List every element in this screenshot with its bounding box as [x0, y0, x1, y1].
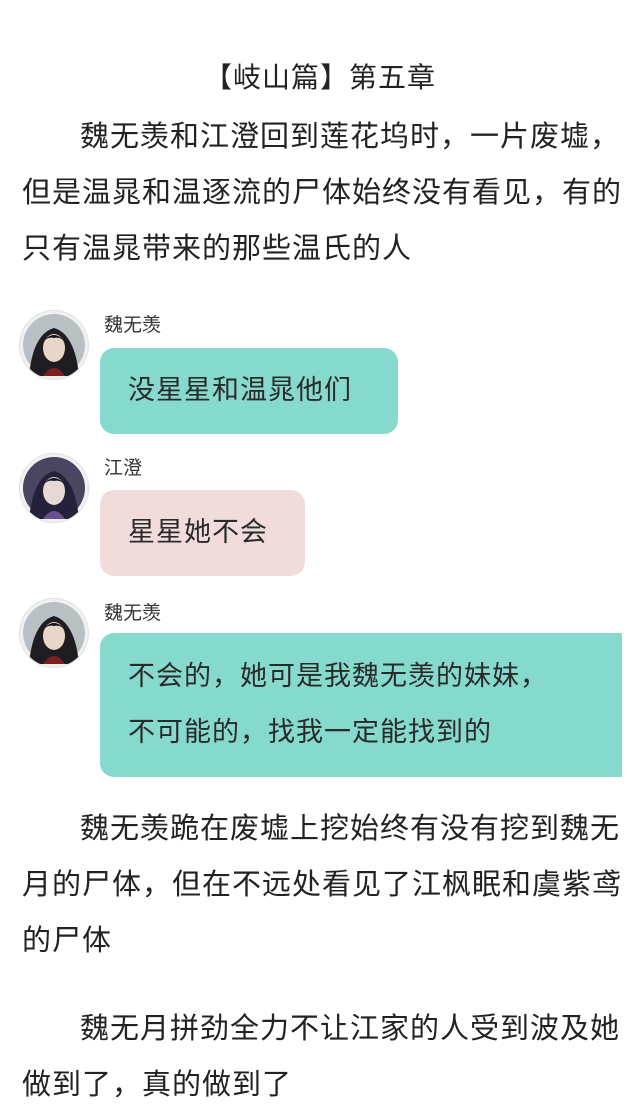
chat-bubble-text: 不会的，她可是我魏无羡的妹妹， — [128, 661, 548, 692]
chat-bubble: 没星星和温晁他们 — [100, 348, 398, 434]
chat-bubble-text: 没星星和温晁他们 — [128, 375, 352, 406]
chat-bubble: 不会的，她可是我魏无羡的妹妹， 不可能的，找我一定能找到的 — [100, 633, 622, 777]
story-paragraph-1: 魏无羡和江澄回到莲花坞时，一片废墟，但是温晁和温逐流的尸体始终没有看见，有的只有… — [22, 119, 623, 265]
chat-bubble-text: 不可能的，找我一定能找到的 — [128, 717, 492, 748]
speaker-name: 魏无羡 — [104, 602, 162, 624]
avatar-jiangcheng-icon — [19, 453, 89, 523]
avatar-weiwuxian-icon — [19, 310, 89, 380]
chat-bubble: 星星她不会 — [100, 490, 305, 576]
story-paragraph-3: 魏无月拼劲全力不让江家的人受到波及她做到了，真的做到了 — [22, 1011, 621, 1101]
speaker-name: 江澄 — [104, 457, 143, 479]
chat-bubble-text: 星星她不会 — [128, 517, 268, 548]
story-paragraph-2: 魏无羡跪在废墟上挖始终有没有挖到魏无月的尸体，但在不远处看见了江枫眠和虞紫鸢的尸… — [22, 811, 623, 957]
chapter-title: 【岐山篇】第五章 — [203, 61, 436, 94]
avatar-weiwuxian-icon — [19, 598, 89, 668]
speaker-name: 魏无羡 — [104, 314, 162, 336]
